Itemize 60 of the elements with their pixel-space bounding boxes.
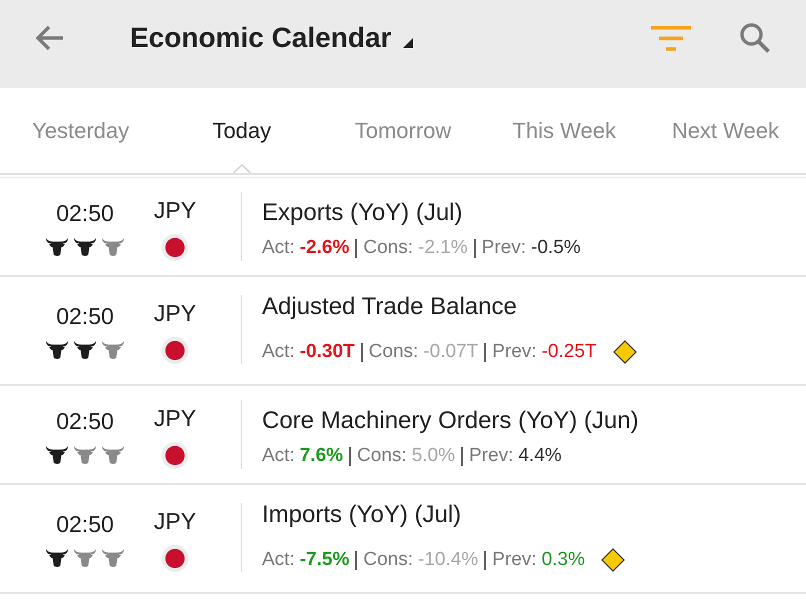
figure-label: Act:: [262, 548, 295, 572]
figure-label: Cons:: [357, 444, 407, 468]
figure-label: Cons:: [363, 548, 414, 572]
bull-icon: [45, 548, 69, 568]
figure-value: 7.6%: [300, 444, 344, 468]
event-time: 02:50: [56, 302, 114, 330]
currency-code: JPY: [154, 298, 196, 328]
figure-value: -10.4%: [418, 548, 478, 572]
date-tab[interactable]: Today: [161, 88, 322, 173]
currency-code: JPY: [154, 404, 196, 433]
figure-value: -0.25T: [542, 340, 596, 364]
bull-icon: [45, 445, 69, 465]
filter-icon: [651, 26, 691, 50]
title-dropdown[interactable]: Economic Calendar: [130, 22, 414, 54]
bull-icon: [101, 340, 125, 360]
figure-value: 4.4%: [518, 444, 562, 468]
search-button[interactable]: [740, 23, 770, 53]
flag-icon: [161, 336, 189, 364]
figure-label: Act:: [262, 340, 295, 364]
event-title: Imports (YoY) (Jul): [262, 500, 462, 530]
figure-label: Prev:: [492, 340, 537, 364]
bull-icon: [73, 548, 97, 568]
figure-value: -2.1%: [418, 236, 468, 260]
figure-value: -0.30T: [300, 340, 355, 364]
figure-value: 5.0%: [412, 444, 455, 468]
figure-value: -0.5%: [531, 236, 581, 260]
figure-label: Prev:: [469, 444, 514, 468]
bull-icon: [73, 237, 97, 257]
figure-label: Act:: [262, 236, 295, 260]
event-time: 02:50: [56, 510, 114, 538]
back-icon: [35, 24, 65, 52]
figure-value: 0.3%: [542, 548, 585, 572]
bull-icon: [101, 548, 125, 568]
flag-icon: [161, 442, 189, 469]
figure-value: -0.07T: [423, 340, 478, 364]
figure-label: Act:: [262, 444, 295, 468]
figure-value: -7.5%: [300, 548, 350, 572]
currency-code: JPY: [154, 506, 196, 536]
back-button[interactable]: [35, 24, 65, 52]
bull-icon: [45, 340, 69, 360]
caret-icon: [403, 38, 414, 48]
bull-icon: [73, 445, 97, 465]
figure-label: Cons:: [368, 340, 418, 364]
figure-label: Prev:: [492, 548, 537, 572]
event-time: 02:50: [56, 407, 114, 436]
event-time: 02:50: [56, 199, 114, 228]
search-icon: [740, 23, 770, 53]
bull-icon: [101, 445, 125, 465]
currency-code: JPY: [154, 196, 196, 225]
bull-icon: [73, 340, 97, 360]
figure-label: Prev:: [482, 236, 526, 260]
event-title: Adjusted Trade Balance: [262, 292, 517, 322]
flag-icon: [161, 544, 189, 572]
event-title: Exports (YoY) (Jul): [262, 198, 463, 228]
figure-value: -2.6%: [300, 236, 350, 260]
bull-icon: [101, 237, 125, 257]
flag-icon: [161, 234, 189, 261]
event-title: Core Machinery Orders (YoY) (Jun): [262, 406, 639, 436]
figure-label: Cons:: [363, 236, 414, 260]
bull-icon: [45, 237, 69, 257]
